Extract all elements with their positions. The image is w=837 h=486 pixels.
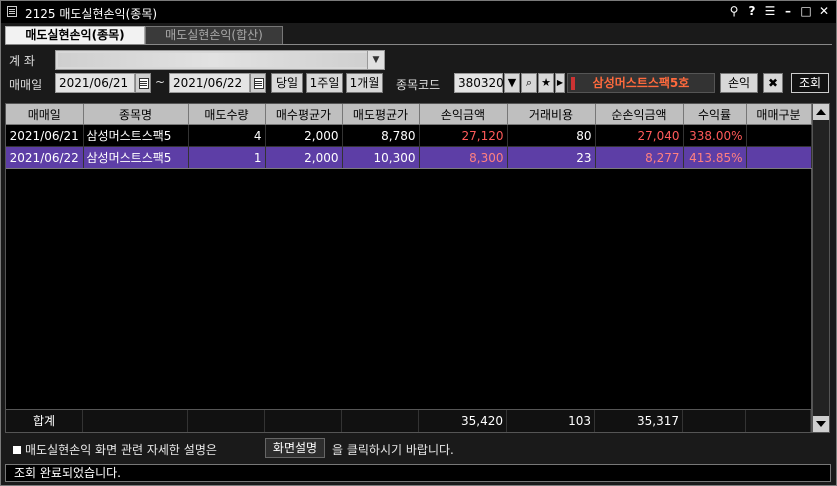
scroll-down-icon[interactable] [813, 416, 829, 432]
cell-buy-avg: 2,000 [265, 146, 343, 169]
col-header-sell-avg[interactable]: 매도평균가 [342, 104, 420, 125]
calendar-to-icon[interactable] [250, 73, 266, 93]
help-text-prefix: 매도실현손익 화면 관련 자세한 설명은 [25, 443, 217, 457]
window-menu-icon[interactable] [7, 6, 17, 17]
code-dropdown-icon[interactable]: ▼ [504, 73, 520, 93]
stock-name-display: 삼성머스트스팩5호 [567, 73, 715, 93]
col-header-pl-amount[interactable]: 손익금액 [419, 104, 508, 125]
cell-pl-amount: 8,300 [419, 146, 508, 169]
vertical-scrollbar[interactable] [812, 103, 830, 433]
results-table: 매매일 종목명 매도수량 매수평균가 매도평균가 손익금액 거래비용 순손익금액… [6, 104, 812, 169]
favorite-star-icon[interactable]: ★ [538, 73, 554, 93]
cell-trade-date: 2021/06/21 [6, 124, 84, 147]
summary-net-pl: 35,317 [595, 410, 683, 432]
query-button[interactable]: 조회 [791, 73, 829, 93]
col-header-buy-avg[interactable]: 매수평균가 [265, 104, 343, 125]
summary-empty [342, 410, 419, 432]
col-header-stock-name[interactable]: 종목명 [83, 104, 189, 125]
settings-icon[interactable]: ☰ [764, 4, 776, 18]
search-icon[interactable]: ⌕ [521, 73, 537, 93]
one-month-button[interactable]: 1개월 [346, 73, 383, 93]
cell-trade-cost: 80 [507, 124, 596, 147]
cell-return-rate: 338.00% [683, 124, 747, 147]
summary-trade-cost: 103 [507, 410, 595, 432]
col-header-trade-type[interactable]: 매매구분 [746, 104, 812, 125]
cell-net-pl: 27,040 [595, 124, 684, 147]
main-window: 2125 매도실현손익(종목) ⚲ ? ☰ – □ ✕ 매도실현손익(종목) 매… [0, 0, 837, 486]
cell-sell-avg: 10,300 [342, 146, 420, 169]
calendar-from-icon[interactable] [135, 73, 151, 93]
cell-stock-name: 삼성머스트스팩5 [83, 124, 189, 147]
stock-code-label: 종목코드 [396, 78, 441, 92]
stock-name-text: 삼성머스트스팩5호 [592, 76, 690, 90]
table-row[interactable]: 2021/06/21 삼성머스트스팩5 4 2,000 8,780 27,120… [6, 124, 812, 147]
date-range-tilde: ~ [155, 75, 166, 89]
tab-sell-pl-by-stock[interactable]: 매도실현손익(종목) [5, 26, 145, 44]
account-select[interactable]: ▼ [55, 50, 385, 70]
help-icon[interactable]: ? [746, 4, 758, 18]
help-line: 매도실현손익 화면 관련 자세한 설명은 [13, 441, 217, 458]
minimize-icon[interactable]: – [782, 4, 794, 18]
col-header-net-pl[interactable]: 순손익금액 [595, 104, 684, 125]
maximize-icon[interactable]: □ [800, 4, 812, 18]
tab-bar: 매도실현손익(종목) 매도실현손익(합산) [5, 26, 832, 45]
close-icon[interactable]: ✕ [818, 4, 830, 18]
status-bar: 조회 완료되었습니다. [5, 464, 831, 482]
one-week-button[interactable]: 1주일 [306, 73, 343, 93]
summary-pl-amount: 35,420 [419, 410, 507, 432]
date-to-input[interactable]: 2021/06/22 [169, 73, 250, 93]
cell-trade-type [746, 146, 812, 169]
cell-pl-amount: 27,120 [419, 124, 508, 147]
table-row-selected[interactable]: 2021/06/22 삼성머스트스팩5 1 2,000 10,300 8,300… [6, 146, 812, 169]
cell-buy-avg: 2,000 [265, 124, 343, 147]
col-header-sell-qty[interactable]: 매도수량 [188, 104, 266, 125]
summary-empty [188, 410, 265, 432]
summary-empty [683, 410, 746, 432]
col-header-trade-date[interactable]: 매매일 [6, 104, 84, 125]
bullet-square-icon [13, 446, 21, 454]
screen-help-button[interactable]: 화면설명 [265, 438, 325, 458]
pin-icon[interactable]: ⚲ [728, 4, 740, 18]
cell-trade-date: 2021/06/22 [6, 146, 84, 169]
trade-date-label: 매매일 [9, 78, 43, 92]
window-title: 2125 매도실현손익(종목) [25, 7, 158, 21]
pl-dropdown-button[interactable]: 손익 [720, 73, 758, 93]
scroll-up-icon[interactable] [813, 104, 829, 120]
cell-sell-qty: 4 [188, 124, 266, 147]
stock-code-input[interactable]: 380320 [454, 73, 504, 93]
next-arrow-icon[interactable]: ▶ [555, 73, 565, 93]
chevron-down-icon[interactable]: ▼ [367, 51, 384, 69]
cell-net-pl: 8,277 [595, 146, 684, 169]
flag-icon [571, 77, 575, 90]
account-label: 계 좌 [9, 54, 35, 68]
date-from-input[interactable]: 2021/06/21 [55, 73, 135, 93]
summary-row: 합계 35,420 103 35,317 [6, 409, 811, 432]
cell-sell-avg: 8,780 [342, 124, 420, 147]
today-button[interactable]: 당일 [271, 73, 303, 93]
masked-account-number [58, 53, 368, 67]
cell-trade-type [746, 124, 812, 147]
tab-sell-pl-summary[interactable]: 매도실현손익(합산) [145, 26, 283, 44]
excel-export-icon[interactable]: ✖ [763, 73, 783, 93]
cell-sell-qty: 1 [188, 146, 266, 169]
title-bar: 2125 매도실현손익(종목) ⚲ ? ☰ – □ ✕ [1, 1, 836, 23]
summary-empty [746, 410, 811, 432]
summary-empty [265, 410, 342, 432]
help-text-suffix: 을 클릭하시기 바랍니다. [332, 443, 454, 457]
summary-empty [83, 410, 188, 432]
cell-stock-name: 삼성머스트스팩5 [83, 146, 189, 169]
col-header-trade-cost[interactable]: 거래비용 [507, 104, 596, 125]
cell-trade-cost: 23 [507, 146, 596, 169]
col-header-return-rate[interactable]: 수익률 [683, 104, 747, 125]
summary-label: 합계 [6, 410, 83, 432]
cell-return-rate: 413.85% [683, 146, 747, 169]
results-grid: 매매일 종목명 매도수량 매수평균가 매도평균가 손익금액 거래비용 순손익금액… [5, 103, 812, 433]
